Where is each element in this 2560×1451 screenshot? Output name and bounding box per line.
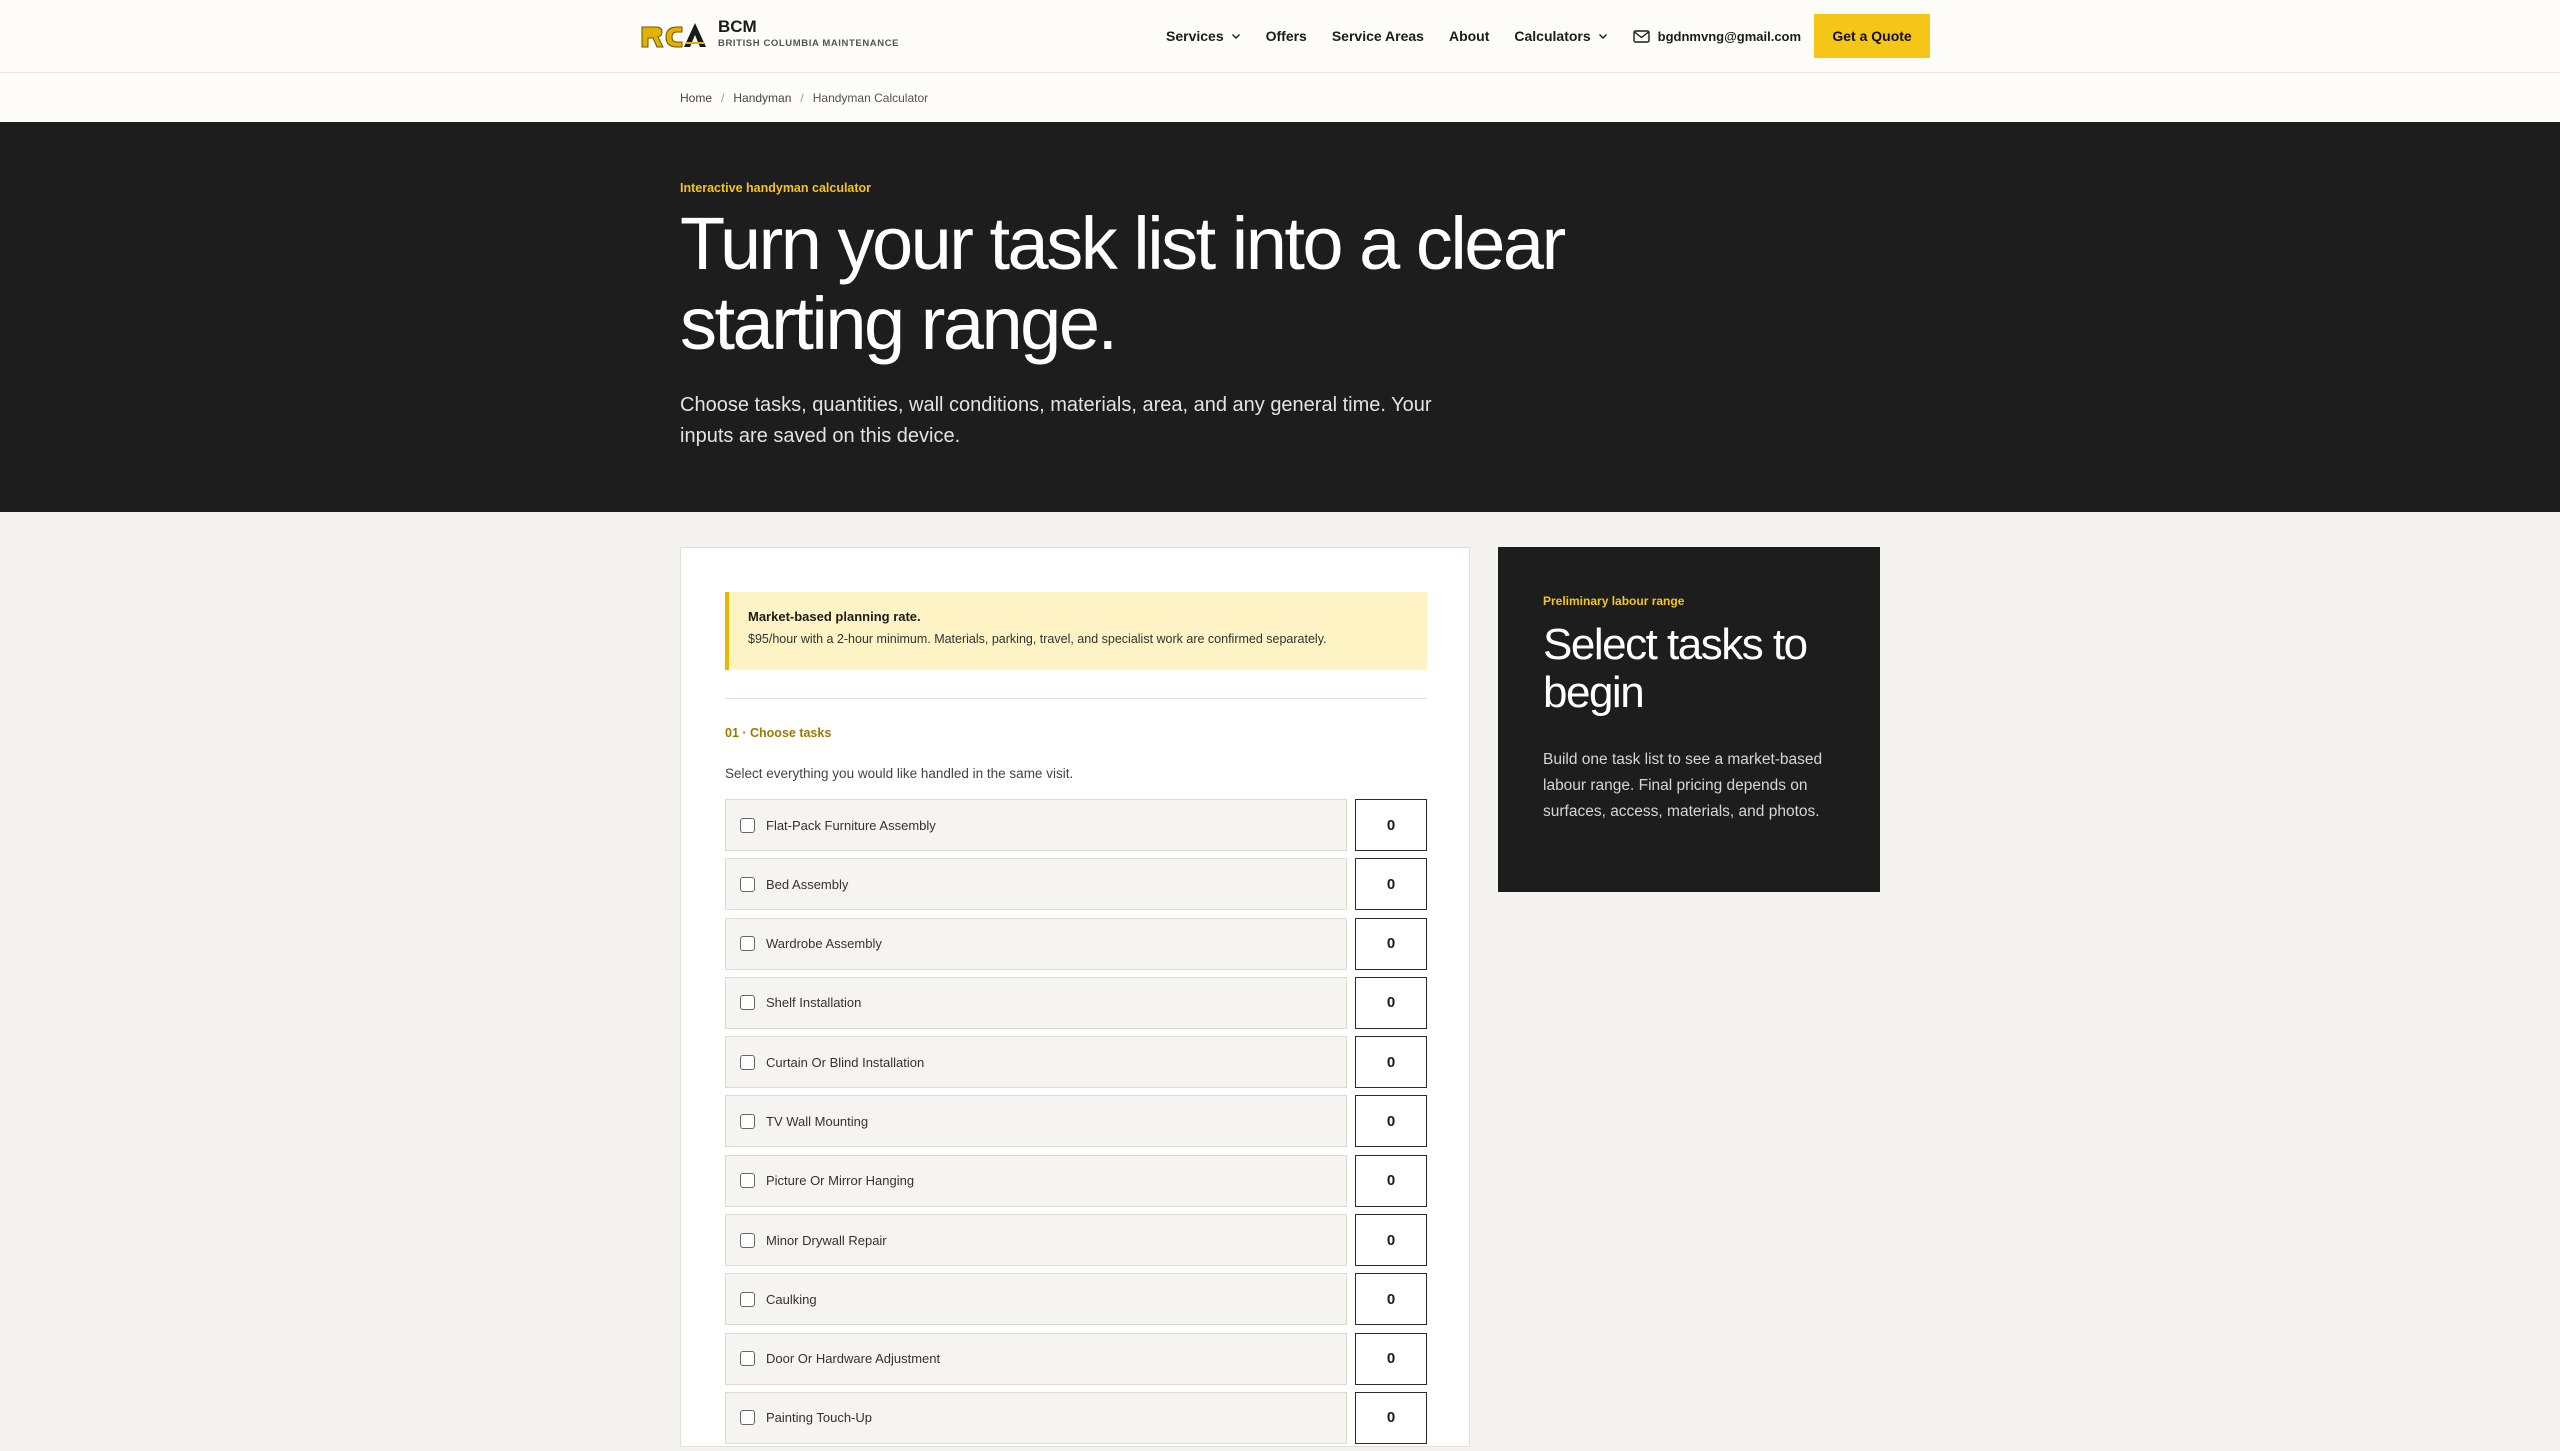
chevron-down-icon <box>1231 34 1240 39</box>
task-checkbox[interactable] <box>740 936 755 952</box>
labour-range-summary: Preliminary labour range Select tasks to… <box>1498 547 1880 892</box>
nav-about[interactable]: About <box>1449 28 1489 44</box>
nav-services-label: Services <box>1166 28 1224 44</box>
task-checkbox[interactable] <box>740 876 755 892</box>
task-quantity-input[interactable]: 0 <box>1355 1154 1427 1207</box>
task-quantity-input[interactable]: 0 <box>1355 1036 1427 1089</box>
breadcrumb-separator: / <box>721 90 725 105</box>
task-option[interactable]: TV Wall Mounting <box>725 1095 1347 1148</box>
task-quantity-input[interactable]: 0 <box>1355 976 1427 1029</box>
task-option[interactable]: Flat-Pack Furniture Assembly <box>725 799 1347 851</box>
task-row: Picture Or Mirror Hanging 0 <box>725 1154 1427 1207</box>
task-option[interactable]: Wardrobe Assembly <box>725 917 1347 970</box>
task-quantity-input[interactable]: 0 <box>1355 1273 1427 1326</box>
nav-service-areas[interactable]: Service Areas <box>1332 28 1424 44</box>
task-label: Painting Touch-Up <box>766 1410 872 1426</box>
brand-name: BCM <box>718 17 757 36</box>
brand-subtitle: BRITISH COLUMBIA MAINTENANCE <box>718 38 900 49</box>
step-label: 01 · Choose tasks <box>725 726 832 740</box>
task-option[interactable]: Door Or Hardware Adjustment <box>725 1332 1347 1385</box>
task-quantity-input[interactable]: 0 <box>1355 1095 1427 1148</box>
planning-rate-notice: Market-based planning rate. $95/hour wit… <box>725 592 1427 670</box>
hero-title: Turn your task list into a clear startin… <box>680 202 1566 365</box>
hero-eyebrow: Interactive handyman calculator <box>680 181 872 195</box>
task-row: Painting Touch-Up 0 <box>725 1391 1427 1444</box>
task-label: Bed Assembly <box>766 876 849 892</box>
hero-section: Interactive handyman calculator Turn you… <box>0 122 2560 512</box>
email-address: bgdnmvng@gmail.com <box>1657 28 1802 44</box>
task-quantity-input[interactable]: 0 <box>1355 1214 1427 1267</box>
task-quantity-input[interactable]: 0 <box>1355 858 1427 911</box>
task-checkbox[interactable] <box>740 1410 755 1426</box>
hero-subtitle: Choose tasks, quantities, wall condition… <box>680 394 1432 447</box>
site-header: BCM BRITISH COLUMBIA MAINTENANCE Service… <box>0 0 2560 73</box>
step-description: Select everything you would like handled… <box>725 766 1074 781</box>
task-option[interactable]: Bed Assembly <box>725 858 1347 911</box>
calculator-section: Market-based planning rate. $95/hour wit… <box>0 512 2560 1447</box>
notice-title: Market-based planning rate. <box>748 609 921 624</box>
task-row: Flat-Pack Furniture Assembly 0 <box>725 799 1427 851</box>
nav-services[interactable]: Services <box>1166 28 1241 44</box>
breadcrumb-home[interactable]: Home <box>680 91 712 105</box>
breadcrumb-current: Handyman Calculator <box>812 90 929 105</box>
breadcrumb: Home / Handyman / Handyman Calculator <box>0 73 2560 122</box>
task-checkbox[interactable] <box>740 1113 755 1129</box>
breadcrumb-separator: / <box>800 90 804 105</box>
task-checkbox[interactable] <box>740 817 755 833</box>
task-checkbox[interactable] <box>740 1232 755 1248</box>
breadcrumb-handyman[interactable]: Handyman <box>733 91 791 105</box>
task-checkbox[interactable] <box>740 1291 755 1307</box>
task-label: Curtain Or Blind Installation <box>766 1054 925 1070</box>
task-label: Door Or Hardware Adjustment <box>766 1351 941 1367</box>
task-option[interactable]: Curtain Or Blind Installation <box>725 1036 1347 1089</box>
mail-icon <box>1632 29 1650 43</box>
task-option[interactable]: Minor Drywall Repair <box>725 1214 1347 1267</box>
task-list: Flat-Pack Furniture Assembly 0 Bed Assem… <box>725 799 1427 1451</box>
task-row: Door Or Hardware Adjustment 0 <box>725 1332 1427 1385</box>
main-nav: Services Offers Service Areas About Calc… <box>1166 0 1931 72</box>
summary-title: Select tasks to begin <box>1543 620 1808 717</box>
task-row: Wardrobe Assembly 0 <box>725 917 1427 970</box>
task-checkbox[interactable] <box>740 995 755 1011</box>
brand-home-link[interactable]: BCM BRITISH COLUMBIA MAINTENANCE <box>640 17 899 50</box>
task-checkbox[interactable] <box>740 1054 755 1070</box>
task-row: Caulking 0 <box>725 1273 1427 1326</box>
bcm-logo-icon <box>641 22 706 47</box>
task-option[interactable]: Picture Or Mirror Hanging <box>725 1154 1347 1207</box>
summary-body: Build one task list to see a market-base… <box>1543 751 1823 820</box>
task-quantity-input[interactable]: 0 <box>1355 1391 1427 1444</box>
email-link[interactable]: bgdnmvng@gmail.com <box>1632 28 1802 44</box>
task-option[interactable]: Painting Touch-Up <box>725 1391 1347 1444</box>
nav-calculators-label: Calculators <box>1514 28 1591 44</box>
task-label: Picture Or Mirror Hanging <box>766 1173 915 1189</box>
task-label: Shelf Installation <box>766 995 862 1011</box>
task-label: Flat-Pack Furniture Assembly <box>766 817 936 833</box>
chevron-down-icon <box>1598 34 1607 39</box>
task-row: Minor Drywall Repair 0 <box>725 1214 1427 1267</box>
task-option[interactable]: Caulking <box>725 1273 1347 1326</box>
get-quote-button[interactable]: Get a Quote <box>1814 14 1931 58</box>
task-label: Minor Drywall Repair <box>766 1232 887 1248</box>
task-label: Caulking <box>766 1291 817 1307</box>
task-row: Bed Assembly 0 <box>725 858 1427 911</box>
divider <box>725 698 1427 699</box>
task-row: Curtain Or Blind Installation 0 <box>725 1036 1427 1089</box>
task-row: Shelf Installation 0 <box>725 976 1427 1029</box>
nav-offers[interactable]: Offers <box>1266 28 1307 44</box>
notice-body: $95/hour with a 2-hour minimum. Material… <box>748 632 1327 646</box>
task-quantity-input[interactable]: 0 <box>1355 799 1427 851</box>
task-checkbox[interactable] <box>740 1173 755 1189</box>
summary-eyebrow: Preliminary labour range <box>1543 594 1685 608</box>
task-row: TV Wall Mounting 0 <box>725 1095 1427 1148</box>
task-label: Wardrobe Assembly <box>766 936 882 952</box>
nav-calculators[interactable]: Calculators <box>1514 28 1607 44</box>
task-label: TV Wall Mounting <box>766 1113 869 1129</box>
task-quantity-input[interactable]: 0 <box>1355 917 1427 970</box>
calculator-form: Market-based planning rate. $95/hour wit… <box>680 547 1470 1447</box>
task-checkbox[interactable] <box>740 1351 755 1367</box>
task-option[interactable]: Shelf Installation <box>725 976 1347 1029</box>
task-quantity-input[interactable]: 0 <box>1355 1332 1427 1385</box>
